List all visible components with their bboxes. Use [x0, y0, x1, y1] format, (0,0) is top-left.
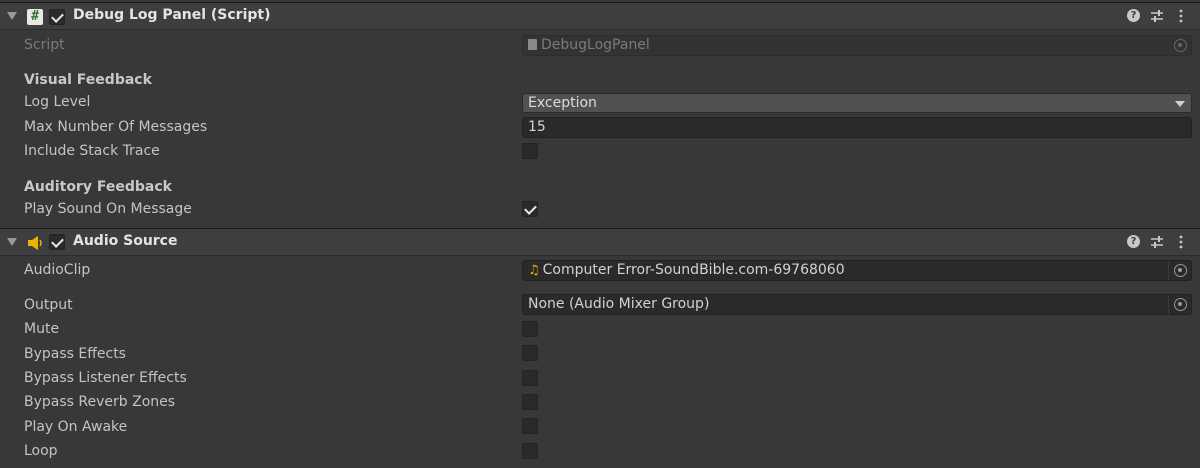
log-level-value: Exception — [528, 95, 597, 111]
log-level-label: Log Level — [24, 94, 91, 110]
music-note-icon: ♫ — [528, 263, 540, 278]
output-value: None (Audio Mixer Group) — [528, 296, 710, 312]
auditory-feedback-header: Auditory Feedback — [24, 179, 172, 195]
audio-source-icon — [28, 236, 42, 250]
foldout-arrow-icon[interactable] — [7, 12, 17, 20]
object-picker-icon[interactable] — [1174, 264, 1187, 277]
field-separator — [1168, 295, 1169, 314]
loop-label: Loop — [24, 443, 58, 459]
dropdown-caret-icon — [1175, 101, 1185, 107]
loop-checkbox[interactable] — [522, 443, 538, 459]
mute-label: Mute — [24, 321, 60, 337]
script-field-value: DebugLogPanel — [541, 37, 650, 53]
audio-enabled-checkbox[interactable] — [49, 234, 65, 250]
object-picker-icon[interactable] — [1174, 39, 1187, 52]
preset-sliders-icon[interactable] — [1150, 235, 1164, 249]
help-icon[interactable]: ? — [1127, 9, 1140, 22]
output-label: Output — [24, 297, 73, 313]
visual-feedback-header: Visual Feedback — [24, 72, 152, 88]
field-separator — [1168, 261, 1169, 280]
script-component-header[interactable]: # Debug Log Panel (Script) ? — [0, 2, 1200, 30]
play-on-awake-checkbox[interactable] — [522, 418, 538, 434]
script-component-title: Debug Log Panel (Script) — [73, 7, 271, 23]
play-sound-checkbox[interactable] — [522, 201, 538, 217]
audio-component-header[interactable]: Audio Source ? — [0, 228, 1200, 256]
play-sound-label: Play Sound On Message — [24, 201, 192, 217]
script-enabled-checkbox[interactable] — [49, 9, 65, 25]
script-hash-icon: # — [27, 9, 43, 25]
audio-clip-label: AudioClip — [24, 262, 91, 278]
bypass-reverb-zones-label: Bypass Reverb Zones — [24, 394, 176, 410]
preset-sliders-icon[interactable] — [1150, 9, 1164, 23]
bypass-reverb-zones-checkbox[interactable] — [522, 394, 538, 410]
output-field[interactable]: None (Audio Mixer Group) — [522, 294, 1192, 315]
audio-clip-field[interactable]: ♫ Computer Error-SoundBible.com-69768060 — [522, 260, 1192, 281]
kebab-menu-icon[interactable] — [1178, 235, 1184, 249]
bypass-listener-effects-checkbox[interactable] — [522, 370, 538, 386]
bypass-effects-label: Bypass Effects — [24, 346, 126, 362]
audio-component-title: Audio Source — [73, 233, 178, 249]
bypass-effects-checkbox[interactable] — [522, 345, 538, 361]
script-file-icon — [528, 39, 537, 50]
audio-clip-value: Computer Error-SoundBible.com-69768060 — [542, 262, 845, 278]
kebab-menu-icon[interactable] — [1178, 9, 1184, 23]
stack-trace-label: Include Stack Trace — [24, 143, 160, 159]
stack-trace-checkbox[interactable] — [522, 143, 538, 159]
help-icon[interactable]: ? — [1127, 235, 1140, 248]
object-picker-icon[interactable] — [1174, 298, 1187, 311]
foldout-arrow-icon[interactable] — [7, 238, 17, 246]
mute-checkbox[interactable] — [522, 321, 538, 337]
max-messages-input[interactable]: 15 — [522, 117, 1192, 138]
play-on-awake-label: Play On Awake — [24, 419, 128, 435]
max-messages-label: Max Number Of Messages — [24, 119, 208, 135]
script-label: Script — [24, 37, 65, 53]
script-field[interactable]: DebugLogPanel — [522, 35, 1192, 56]
bypass-listener-effects-label: Bypass Listener Effects — [24, 370, 187, 386]
log-level-dropdown[interactable]: Exception — [522, 93, 1192, 113]
